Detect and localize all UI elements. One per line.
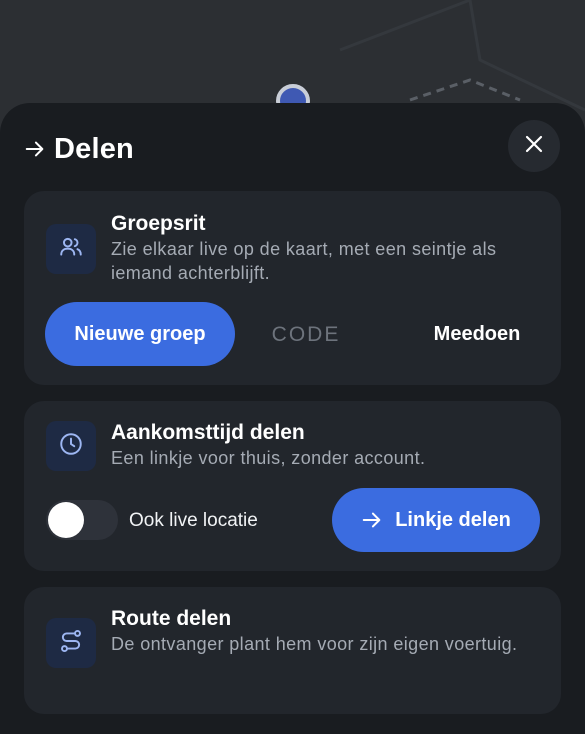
share-link-label: Linkje delen [395, 508, 511, 531]
arrow-right-icon [24, 138, 46, 160]
route-share-description: De ontvanger plant hem voor zijn eigen v… [111, 634, 518, 654]
sheet-title: Delen [54, 132, 134, 165]
group-actions: Nieuwe groep Meedoen [45, 302, 539, 366]
arrival-time-description: Een linkje voor thuis, zonder account. [111, 448, 426, 468]
share-sheet: Delen Groepsrit Zie elkaar live op de ka… [0, 103, 585, 734]
arrival-icon-tile [46, 421, 96, 471]
group-code-input[interactable] [249, 316, 363, 354]
sheet-header: Delen [24, 131, 134, 167]
new-group-button[interactable]: Nieuwe groep [45, 302, 235, 366]
route-icon [58, 628, 84, 659]
live-location-toggle[interactable] [46, 500, 118, 540]
arrival-time-card: Aankomsttijd delen Een linkje voor thuis… [24, 401, 561, 571]
close-icon [524, 134, 544, 159]
group-ride-title: Groepsrit [111, 212, 206, 235]
route-icon-tile [46, 618, 96, 668]
group-ride-card: Groepsrit Zie elkaar live op de kaart, m… [24, 191, 561, 385]
clock-icon [58, 431, 84, 462]
users-icon [58, 234, 84, 265]
group-ride-description: Zie elkaar live op de kaart, met een sei… [111, 239, 497, 283]
toggle-knob [48, 502, 84, 538]
close-button[interactable] [508, 120, 560, 172]
share-link-button[interactable]: Linkje delen [332, 488, 540, 552]
arrival-time-title: Aankomsttijd delen [111, 421, 305, 444]
route-share-title: Route delen [111, 607, 232, 630]
group-icon-tile [46, 224, 96, 274]
arrow-right-icon [362, 512, 381, 528]
live-location-label: Ook live locatie [129, 510, 258, 531]
join-group-button[interactable]: Meedoen [415, 302, 539, 366]
route-share-card[interactable]: Route delen De ontvanger plant hem voor … [24, 587, 561, 714]
